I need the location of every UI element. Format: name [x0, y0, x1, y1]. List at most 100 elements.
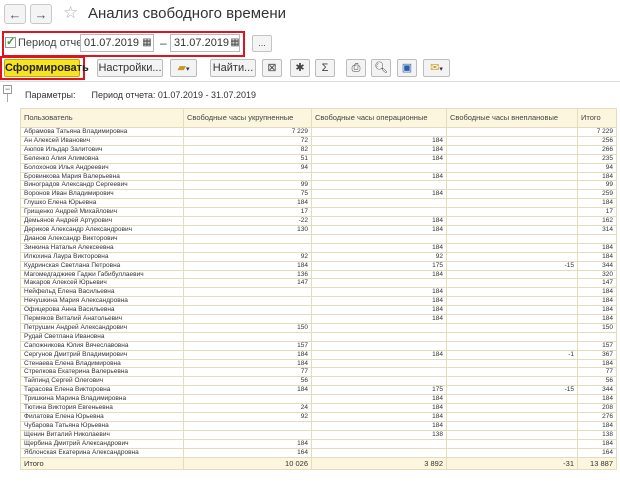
hours-cell[interactable]: 344: [577, 260, 617, 271]
hours-cell[interactable]: [311, 198, 447, 209]
hours-cell[interactable]: 184: [311, 144, 447, 155]
back-button[interactable]: ←: [4, 4, 26, 24]
preview-button[interactable]: 🔍︎: [371, 59, 391, 77]
hours-cell[interactable]: 184: [183, 385, 312, 396]
hours-cell[interactable]: 184: [577, 251, 617, 262]
hours-cell[interactable]: 51: [183, 153, 312, 164]
hours-cell[interactable]: [311, 447, 447, 458]
hours-cell[interactable]: 99: [577, 180, 617, 191]
hours-cell[interactable]: [446, 314, 578, 324]
hours-cell[interactable]: 184: [311, 314, 447, 324]
hours-cell[interactable]: [446, 322, 578, 333]
hours-cell[interactable]: 157: [183, 340, 312, 351]
column-header[interactable]: Свободные часы операционные: [311, 108, 447, 128]
hours-cell[interactable]: 99: [183, 180, 312, 191]
hours-cell[interactable]: [446, 251, 578, 262]
hours-cell[interactable]: [311, 278, 447, 289]
hours-cell[interactable]: 184: [311, 305, 447, 316]
hours-cell[interactable]: [577, 331, 617, 342]
hours-cell[interactable]: 184: [311, 216, 447, 226]
user-name-cell[interactable]: Нечушкина Мария Александровна: [20, 296, 184, 307]
hours-cell[interactable]: 17: [183, 207, 312, 218]
hours-cell[interactable]: 157: [577, 340, 617, 351]
print-button[interactable]: ⎙: [346, 59, 366, 77]
column-header[interactable]: Свободные часы внеплановые: [446, 108, 578, 128]
user-name-cell[interactable]: Щербина Дмитрий Александрович: [20, 438, 184, 449]
hours-cell[interactable]: 77: [577, 367, 617, 378]
sum-button[interactable]: Σ: [315, 59, 335, 77]
hours-cell[interactable]: [446, 171, 578, 182]
user-name-cell[interactable]: Ан Алексей Иванович: [20, 135, 184, 146]
hours-cell[interactable]: [183, 305, 312, 316]
variant-menu-button[interactable]: ▰▾: [170, 59, 197, 77]
hours-cell[interactable]: 314: [577, 224, 617, 235]
user-name-cell[interactable]: Глушко Елена Юрьевна: [20, 198, 184, 209]
hours-cell[interactable]: [311, 367, 447, 378]
collapse-toggle[interactable]: −: [3, 85, 12, 94]
hours-cell[interactable]: -15: [446, 385, 578, 396]
hours-cell[interactable]: [311, 322, 447, 333]
user-name-cell[interactable]: Петрушин Андрей Александрович: [20, 322, 184, 333]
hours-cell[interactable]: 7 229: [183, 127, 312, 137]
total-cell[interactable]: 3 892: [311, 456, 447, 470]
hours-cell[interactable]: 184: [311, 171, 447, 182]
period-select-button[interactable]: ...: [252, 35, 272, 52]
user-name-cell[interactable]: Тютина Виктория Евгеньевна: [20, 403, 184, 413]
hours-cell[interactable]: 259: [577, 189, 617, 200]
hours-cell[interactable]: [183, 331, 312, 342]
hours-cell[interactable]: 184: [311, 189, 447, 200]
user-name-cell[interactable]: Кудринская Светлана Петровна: [20, 260, 184, 271]
hours-cell[interactable]: [183, 287, 312, 298]
hours-cell[interactable]: [446, 305, 578, 316]
hours-cell[interactable]: 175: [311, 260, 447, 271]
hours-cell[interactable]: [446, 233, 578, 244]
hours-cell[interactable]: 184: [577, 287, 617, 298]
total-cell[interactable]: Итого: [20, 456, 184, 470]
hours-cell[interactable]: [577, 233, 617, 244]
hours-cell[interactable]: 184: [311, 403, 447, 413]
hours-cell[interactable]: [446, 429, 578, 440]
hours-cell[interactable]: 184: [183, 260, 312, 271]
hours-cell[interactable]: [311, 207, 447, 218]
hours-cell[interactable]: 184: [311, 296, 447, 307]
hours-cell[interactable]: 136: [183, 269, 312, 280]
hours-cell[interactable]: 184: [577, 296, 617, 307]
hours-cell[interactable]: [446, 412, 578, 422]
hours-cell[interactable]: 72: [183, 135, 312, 146]
hours-cell[interactable]: 184: [577, 198, 617, 209]
star-icon[interactable]: ☆: [63, 3, 78, 23]
hours-cell[interactable]: 92: [183, 412, 312, 422]
hours-cell[interactable]: 77: [183, 367, 312, 378]
hours-cell[interactable]: [446, 394, 578, 405]
hours-cell[interactable]: [311, 331, 447, 342]
user-name-cell[interactable]: Стрелкова Екатерина Валерьевна: [20, 367, 184, 378]
hours-cell[interactable]: [446, 420, 578, 431]
settings-search-button[interactable]: ✱: [290, 59, 310, 77]
hours-cell[interactable]: 164: [577, 447, 617, 458]
hours-cell[interactable]: 92: [311, 251, 447, 262]
hours-cell[interactable]: [183, 242, 312, 253]
send-menu-button[interactable]: ✉▾: [423, 59, 450, 77]
hours-cell[interactable]: [183, 233, 312, 244]
hours-cell[interactable]: 208: [577, 403, 617, 413]
user-name-cell[interactable]: Тришкина Марина Владимировна: [20, 394, 184, 405]
user-name-cell[interactable]: Болохонов Илья Андреевич: [20, 162, 184, 173]
hours-cell[interactable]: 164: [183, 447, 312, 458]
hours-cell[interactable]: 138: [577, 429, 617, 440]
hours-cell[interactable]: 344: [577, 385, 617, 396]
user-name-cell[interactable]: Офицерова Анна Васильевна: [20, 305, 184, 316]
user-name-cell[interactable]: Илюхина Лаура Викторовна: [20, 251, 184, 262]
user-name-cell[interactable]: Тарасова Елена Викторовна: [20, 385, 184, 396]
hours-cell[interactable]: [446, 376, 578, 387]
user-name-cell[interactable]: Филатова Елена Юрьевна: [20, 412, 184, 422]
hours-cell[interactable]: [446, 278, 578, 289]
hours-cell[interactable]: 162: [577, 216, 617, 226]
total-cell[interactable]: 13 887: [577, 456, 617, 470]
user-name-cell[interactable]: Сергунов Дмитрий Владимирович: [20, 349, 184, 360]
hours-cell[interactable]: 184: [311, 153, 447, 164]
hours-cell[interactable]: 94: [577, 162, 617, 173]
user-name-cell[interactable]: Дианов Александр Викторович: [20, 233, 184, 244]
total-cell[interactable]: -31: [446, 456, 578, 470]
user-name-cell[interactable]: Аюпов Ильдар Залитович: [20, 144, 184, 155]
hours-cell[interactable]: 184: [577, 394, 617, 405]
